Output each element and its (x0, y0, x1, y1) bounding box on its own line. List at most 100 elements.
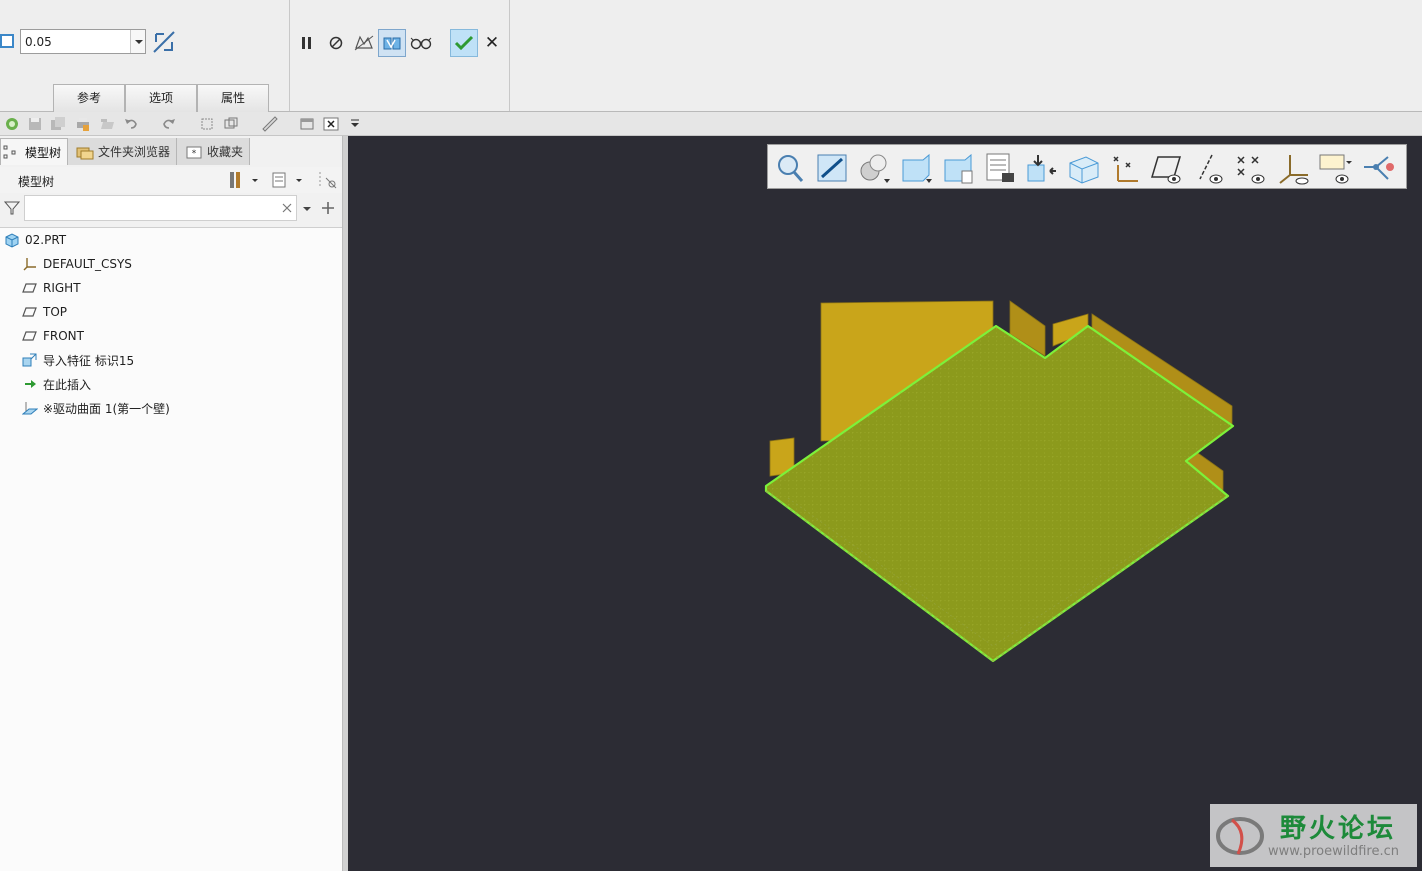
csys-display-icon[interactable] (1276, 151, 1312, 185)
filter-icon[interactable] (4, 200, 20, 216)
tab-references[interactable]: 参考 (53, 84, 125, 112)
datum-plane-icon (22, 283, 37, 293)
tree-item-right[interactable]: RIGHT (22, 278, 81, 298)
saved-orientations-icon[interactable] (898, 151, 934, 185)
spin-center-icon[interactable] (982, 151, 1018, 185)
cancel-button[interactable]: ✕ (483, 33, 501, 53)
no-preview-icon (354, 35, 374, 51)
clear-icon[interactable] (282, 203, 292, 213)
sheetmetal-dashboard: 0.05 参考 选项 属性 ✕ (0, 0, 1422, 112)
tab-folder-browser[interactable]: 文件夹浏览器 (68, 138, 178, 165)
view-manager-icon[interactable] (940, 151, 976, 185)
logo-icon (1216, 817, 1264, 855)
settings-icon[interactable] (228, 170, 258, 190)
tab-model-tree[interactable]: 模型树 (0, 138, 69, 165)
tree-item-csys[interactable]: DEFAULT_CSYS (22, 254, 132, 274)
thickness-dropdown-icon[interactable] (130, 30, 145, 53)
tree-item-top[interactable]: TOP (22, 302, 67, 322)
chevron-down-icon[interactable] (302, 205, 312, 213)
tab-model-tree-label: 模型树 (25, 145, 62, 160)
close-window-icon[interactable] (323, 116, 339, 132)
tree-item-label: 导入特征 标识15 (43, 353, 135, 368)
tab-properties[interactable]: 属性 (197, 84, 269, 112)
no-preview-button[interactable] (350, 29, 378, 57)
save-copy-icon[interactable] (50, 116, 66, 132)
tree-item-label: ※驱动曲面 1(第一个壁) (43, 401, 170, 416)
svg-text:*: * (192, 149, 197, 159)
section-icon[interactable] (1066, 151, 1102, 185)
feature-preview-button[interactable] (378, 29, 406, 57)
add-icon[interactable] (321, 201, 335, 215)
window-icon[interactable] (299, 116, 315, 132)
ok-button[interactable] (450, 29, 478, 57)
verify-preview-button[interactable] (407, 29, 435, 57)
part-icon (5, 233, 19, 248)
feature-preview-icon (383, 37, 401, 50)
tree-item-driving-surface[interactable]: ※驱动曲面 1(第一个壁) (22, 398, 170, 418)
tree-search-input[interactable] (24, 195, 297, 221)
view-toolbar (767, 144, 1407, 189)
stop-icon (329, 36, 343, 50)
measure-icon[interactable] (262, 116, 278, 132)
point-display-icon[interactable] (1108, 151, 1144, 185)
folder-icon (76, 147, 94, 159)
undo-icon[interactable] (123, 116, 139, 132)
plane-display-icon[interactable] (1150, 151, 1186, 185)
repaint-icon[interactable] (814, 151, 850, 185)
flip-thickness-icon[interactable] (152, 30, 176, 54)
point-tag-icon[interactable] (1234, 151, 1270, 185)
tree-item-part[interactable]: 02.PRT (4, 230, 66, 250)
tree-item-label: TOP (43, 305, 68, 319)
pause-icon (302, 37, 311, 49)
tree-item-front[interactable]: FRONT (22, 326, 84, 346)
favorites-icon: * (186, 146, 202, 159)
tree-item-import-feature[interactable]: 导入特征 标识15 (22, 350, 134, 370)
annotation-display-icon[interactable] (1024, 151, 1060, 185)
thickness-value: 0.05 (25, 35, 52, 49)
print-icon[interactable] (75, 116, 91, 132)
connector-icon[interactable] (1360, 151, 1396, 185)
model-tree: 02.PRT DEFAULT_CSYS RIGHT TOP FRONT 导入特征… (0, 227, 342, 871)
tab-options[interactable]: 选项 (125, 84, 197, 112)
sheetmetal-model (764, 300, 1235, 663)
datum-icon[interactable] (199, 116, 215, 132)
tree-icon (3, 145, 16, 159)
redo-icon[interactable] (161, 116, 177, 132)
display-style-icon[interactable] (856, 151, 892, 185)
tree-item-label: DEFAULT_CSYS (43, 257, 132, 271)
tree-item-label: RIGHT (43, 281, 81, 295)
verify-preview-icon (410, 37, 432, 50)
open-icon[interactable] (99, 116, 115, 132)
show-icon[interactable] (271, 170, 305, 190)
insert-here-icon (25, 380, 36, 388)
watermark-url: www.proewildfire.cn (1268, 844, 1399, 859)
tree-item-label: 在此插入 (43, 377, 92, 392)
datum-plane-icon (22, 331, 37, 341)
dashboard-divider-right (509, 0, 510, 111)
datum-plane-icon (22, 307, 37, 317)
dashboard-tabs: 参考 选项 属性 (53, 84, 269, 112)
dashboard-divider (289, 0, 290, 111)
model-tree-title: 模型树 (18, 175, 55, 189)
thickness-icon (0, 34, 14, 48)
watermark-title: 野火论坛 (1280, 814, 1397, 844)
copy-icon[interactable] (223, 116, 239, 132)
filter-settings-icon[interactable] (316, 170, 340, 190)
graphics-window[interactable]: 野火论坛 www.proewildfire.cn (348, 136, 1422, 871)
csys-icon (23, 258, 36, 271)
tab-favorites[interactable]: * 收藏夹 (177, 138, 251, 165)
navigator-pane: 模型树 文件夹浏览器 * 收藏夹 模型树 02.PRT DEFAULT_CSYS… (0, 136, 348, 871)
zoom-icon[interactable] (772, 151, 808, 185)
tree-filter-bar (0, 193, 342, 225)
thickness-input[interactable]: 0.05 (20, 29, 146, 54)
model-tree-header: 模型树 (0, 167, 342, 193)
pause-button[interactable] (293, 29, 321, 57)
stop-preview-button[interactable] (322, 29, 350, 57)
axis-display-icon[interactable] (1192, 151, 1228, 185)
regenerate-icon[interactable] (4, 116, 20, 132)
tree-item-insert-here[interactable]: 在此插入 (22, 374, 91, 394)
customize-icon[interactable] (347, 116, 363, 132)
note-display-icon[interactable] (1318, 151, 1354, 185)
tab-folder-browser-label: 文件夹浏览器 (98, 145, 171, 159)
save-icon[interactable] (27, 116, 43, 132)
